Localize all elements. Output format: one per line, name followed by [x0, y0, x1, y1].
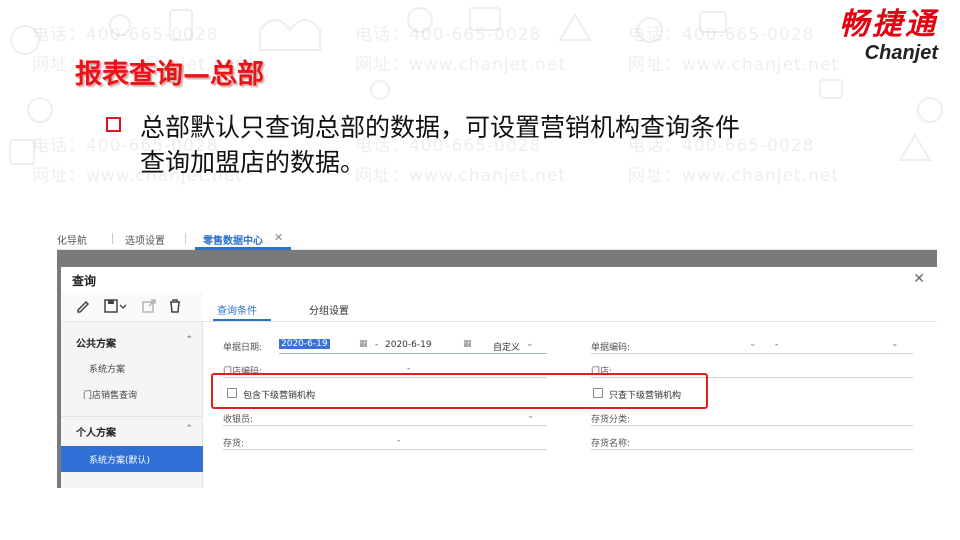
stock-name-underline	[591, 449, 913, 450]
date-underline	[279, 353, 547, 354]
date-label: 单据日期:	[223, 343, 263, 353]
chevron-down-icon[interactable]: ⌄	[526, 339, 534, 349]
chevron-down-icon[interactable]: ⌄	[527, 411, 535, 421]
section-label: 个人方案	[76, 428, 116, 439]
stock-label: 存货:	[223, 439, 245, 449]
tab-nav[interactable]: 化导航	[57, 232, 87, 247]
tab-separator	[112, 233, 113, 244]
section-label: 公共方案	[76, 339, 116, 350]
cashier-label: 收银员:	[223, 415, 254, 425]
stock-underline	[223, 449, 547, 450]
chevron-down-icon[interactable]	[119, 298, 127, 314]
app-screenshot: 化导航 选项设置 零售数据中心 ✕ 查询 ✕ 公共方案 ⌃ 系统方案 门店销售查…	[57, 226, 937, 488]
date-from-input[interactable]: 2020-6-19	[279, 339, 330, 349]
bullet-square-icon	[106, 117, 121, 132]
tab-retail-data-center[interactable]: 零售数据中心	[203, 232, 263, 247]
personal-scheme-section[interactable]: 个人方案 ⌃	[61, 416, 203, 442]
bullet-line-2: 查询加盟店的数据。	[140, 148, 366, 177]
scheme-item-system[interactable]: 系统方案	[61, 356, 203, 380]
public-scheme-section[interactable]: 公共方案 ⌃	[61, 328, 203, 354]
scheme-toolbar	[61, 292, 203, 322]
query-tabs: 查询条件 分组设置	[203, 292, 937, 322]
watermark-url: 网址：www.chanjet.net	[628, 55, 840, 75]
chevron-down-icon[interactable]: ⌄	[749, 339, 757, 349]
slide-title: 报表查询—总部	[75, 59, 264, 90]
chanjet-logo: 畅捷通 Chanjet	[839, 7, 938, 65]
watermark-phone: 电话：400-665-0028	[628, 25, 815, 45]
highlight-box	[211, 373, 708, 409]
tab-group-settings[interactable]: 分组设置	[309, 302, 349, 317]
close-icon[interactable]: ✕	[274, 231, 283, 244]
doc-no-underline	[591, 353, 913, 354]
calendar-icon[interactable]: ▦	[359, 339, 368, 349]
scheme-panel: 公共方案 ⌃ 系统方案 门店销售查询 个人方案 ⌃ 系统方案(默认)	[61, 292, 203, 488]
edit-icon[interactable]	[75, 298, 91, 314]
active-query-tab-indicator	[213, 319, 271, 321]
stock-category-underline	[591, 425, 913, 426]
calendar-icon[interactable]: ▦	[463, 339, 472, 349]
delete-icon[interactable]	[167, 298, 183, 314]
chevron-up-icon[interactable]: ⌃	[185, 335, 193, 345]
date-mode-select[interactable]: 自定义	[493, 340, 520, 353]
bullet-line-1: 总部默认只查询总部的数据，可设置营销机构查询条件	[140, 113, 741, 142]
stock-name-label: 存货名称:	[591, 439, 631, 449]
export-icon[interactable]	[141, 298, 157, 314]
doc-no-separator: -	[775, 340, 779, 350]
cashier-underline	[223, 425, 547, 426]
date-separator: -	[375, 340, 379, 350]
chevron-up-icon[interactable]: ⌃	[185, 424, 193, 434]
scheme-item-default[interactable]: 系统方案(默认)	[61, 446, 203, 472]
save-icon[interactable]	[103, 298, 119, 314]
tab-separator	[185, 233, 186, 244]
stock-separator: -	[397, 436, 401, 446]
dialog-close-icon[interactable]: ✕	[913, 271, 925, 287]
watermark-phone: 电话：400-665-0028	[355, 25, 542, 45]
date-to-input[interactable]: 2020-6-19	[385, 340, 432, 350]
bullet-point: 总部默认只查询总部的数据，可设置营销机构查询条件 查询加盟店的数据。	[100, 110, 920, 180]
query-dialog: 查询 ✕ 公共方案 ⌃ 系统方案 门店销售查询 个人方案 ⌃ 系统方案(默认) …	[61, 267, 937, 488]
doc-no-label: 单据编码:	[591, 343, 631, 353]
watermark-url: 网址：www.chanjet.net	[355, 55, 567, 75]
logo-chinese: 畅捷通	[839, 7, 938, 42]
chevron-down-icon[interactable]: ⌄	[891, 339, 899, 349]
dialog-title: 查询	[72, 274, 97, 288]
watermark-phone: 电话：400-665-0028	[32, 25, 219, 45]
stock-category-label: 存货分类:	[591, 415, 631, 425]
app-tab-bar: 化导航 选项设置 零售数据中心 ✕	[57, 226, 937, 250]
bullet-text: 总部默认只查询总部的数据，可设置营销机构查询条件 查询加盟店的数据。	[140, 110, 920, 180]
logo-english: Chanjet	[864, 42, 938, 64]
tab-query-conditions[interactable]: 查询条件	[217, 302, 257, 317]
tab-options[interactable]: 选项设置	[125, 232, 165, 247]
scheme-item-store-sales[interactable]: 门店销售查询	[61, 382, 203, 406]
